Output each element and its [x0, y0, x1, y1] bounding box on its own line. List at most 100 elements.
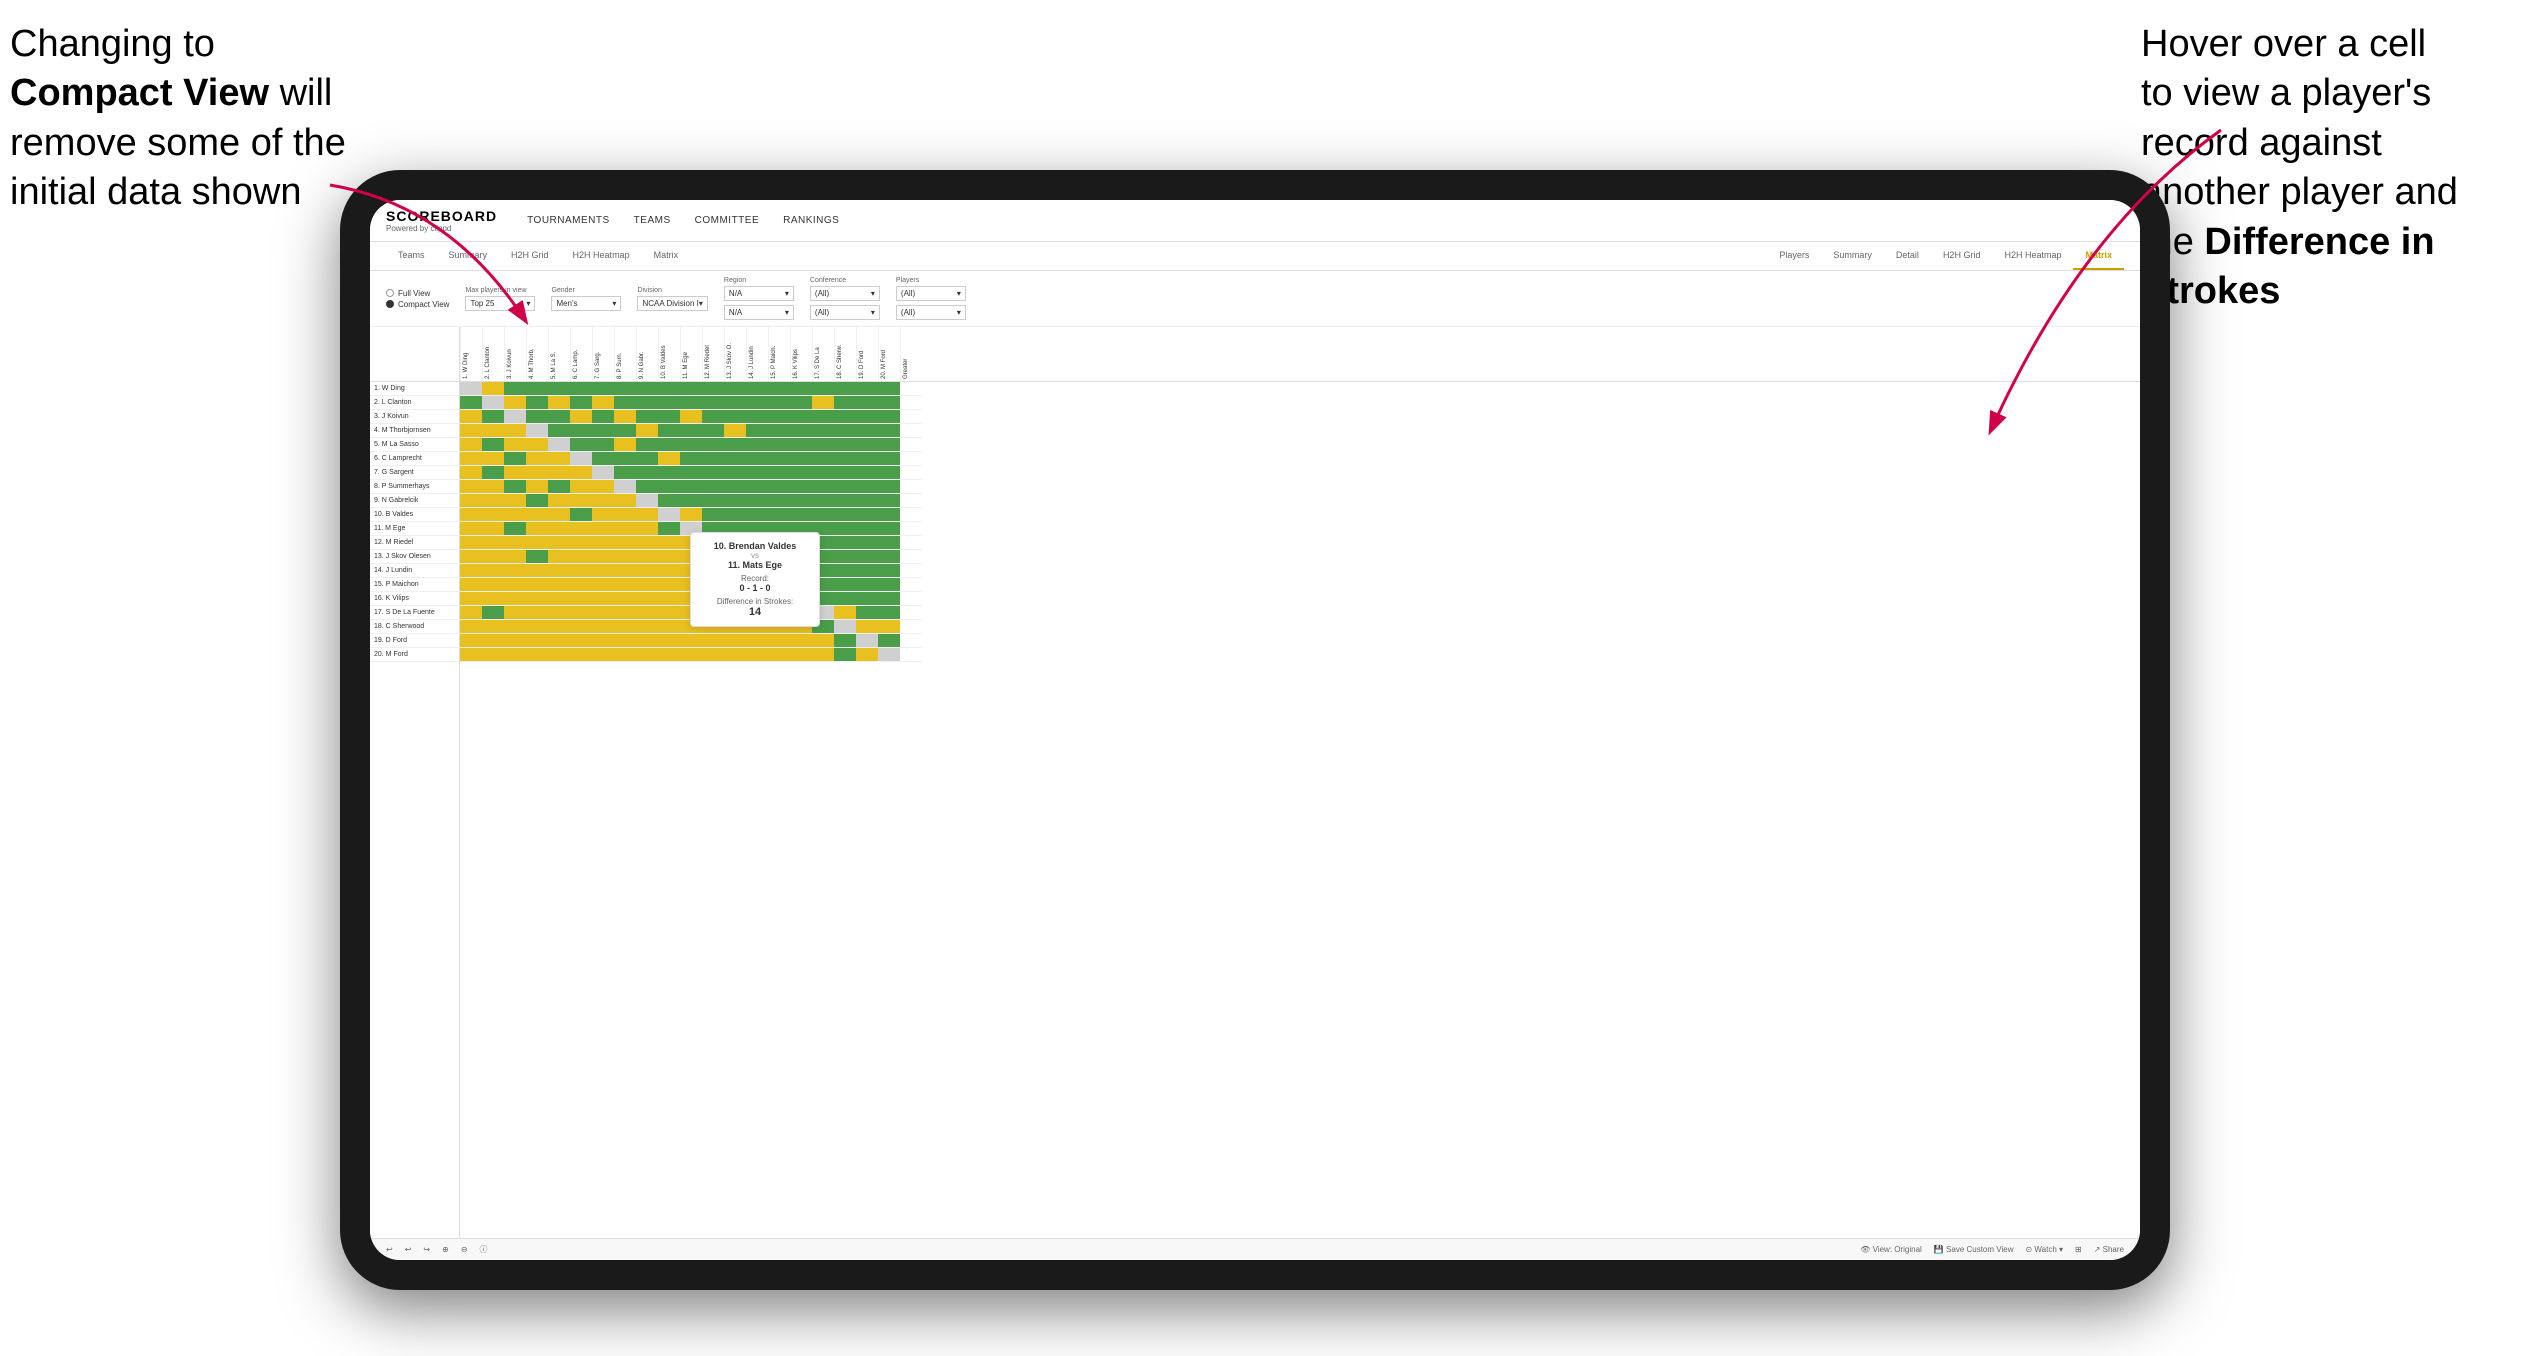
cell-r16-c8[interactable] [636, 606, 658, 620]
cell-r3-c13[interactable] [746, 424, 768, 438]
cell-r5-c9[interactable] [658, 452, 680, 466]
cell-r9-c1[interactable] [482, 508, 504, 522]
cell-r18-c3[interactable] [526, 634, 548, 648]
cell-r8-c3[interactable] [526, 494, 548, 508]
tab-matrix-top[interactable]: Matrix [642, 242, 691, 270]
cell-r10-c17[interactable] [834, 522, 856, 536]
cell-r4-c6[interactable] [592, 438, 614, 452]
cell-r10-c18[interactable] [856, 522, 878, 536]
cell-r11-c8[interactable] [636, 536, 658, 550]
cell-r14-c7[interactable] [614, 578, 636, 592]
cell-r14-c6[interactable] [592, 578, 614, 592]
cell-r10-c8[interactable] [636, 522, 658, 536]
cell-r3-c18[interactable] [856, 424, 878, 438]
cell-r19-c11[interactable] [702, 648, 724, 662]
cell-r9-c3[interactable] [526, 508, 548, 522]
cell-r18-c1[interactable] [482, 634, 504, 648]
cell-r2-c19[interactable] [878, 410, 900, 424]
toolbar-view-original[interactable]: 👁 View: Original [1860, 1245, 1922, 1254]
cell-r3-c19[interactable] [878, 424, 900, 438]
cell-r9-c17[interactable] [834, 508, 856, 522]
cell-r0-c3[interactable] [526, 382, 548, 396]
cell-r4-c0[interactable] [460, 438, 482, 452]
cell-r4-c8[interactable] [636, 438, 658, 452]
cell-r19-c7[interactable] [614, 648, 636, 662]
cell-r14-c1[interactable] [482, 578, 504, 592]
cell-r3-c6[interactable] [592, 424, 614, 438]
cell-r2-c17[interactable] [834, 410, 856, 424]
cell-r11-c2[interactable] [504, 536, 526, 550]
tab-detail[interactable]: Detail [1884, 242, 1931, 270]
cell-r10-c4[interactable] [548, 522, 570, 536]
cell-r3-c4[interactable] [548, 424, 570, 438]
cell-r9-c8[interactable] [636, 508, 658, 522]
cell-r8-c6[interactable] [592, 494, 614, 508]
cell-r15-c20[interactable] [900, 592, 922, 606]
cell-r19-c0[interactable] [460, 648, 482, 662]
cell-r16-c0[interactable] [460, 606, 482, 620]
cell-r8-c5[interactable] [570, 494, 592, 508]
cell-r19-c5[interactable] [570, 648, 592, 662]
cell-r13-c3[interactable] [526, 564, 548, 578]
cell-r0-c19[interactable] [878, 382, 900, 396]
cell-r1-c14[interactable] [768, 396, 790, 410]
cell-r4-c17[interactable] [834, 438, 856, 452]
cell-r15-c17[interactable] [834, 592, 856, 606]
cell-r2-c11[interactable] [702, 410, 724, 424]
cell-r15-c9[interactable] [658, 592, 680, 606]
cell-r19-c4[interactable] [548, 648, 570, 662]
cell-r17-c3[interactable] [526, 620, 548, 634]
cell-r8-c14[interactable] [768, 494, 790, 508]
cell-r7-c12[interactable] [724, 480, 746, 494]
cell-r19-c20[interactable] [900, 648, 922, 662]
cell-r19-c12[interactable] [724, 648, 746, 662]
filter-region-select2[interactable]: N/A ▾ [724, 305, 794, 320]
cell-r13-c18[interactable] [856, 564, 878, 578]
cell-r0-c13[interactable] [746, 382, 768, 396]
cell-r17-c20[interactable] [900, 620, 922, 634]
cell-r14-c5[interactable] [570, 578, 592, 592]
cell-r13-c7[interactable] [614, 564, 636, 578]
cell-r3-c16[interactable] [812, 424, 834, 438]
cell-r4-c19[interactable] [878, 438, 900, 452]
cell-r6-c10[interactable] [680, 466, 702, 480]
cell-r8-c1[interactable] [482, 494, 504, 508]
cell-r5-c13[interactable] [746, 452, 768, 466]
cell-r10-c5[interactable] [570, 522, 592, 536]
cell-r8-c11[interactable] [702, 494, 724, 508]
cell-r0-c4[interactable] [548, 382, 570, 396]
cell-r2-c8[interactable] [636, 410, 658, 424]
cell-r13-c9[interactable] [658, 564, 680, 578]
cell-r16-c19[interactable] [878, 606, 900, 620]
cell-r0-c8[interactable] [636, 382, 658, 396]
cell-r4-c4[interactable] [548, 438, 570, 452]
cell-r3-c3[interactable] [526, 424, 548, 438]
toolbar-share[interactable]: ↗ Share [2094, 1245, 2124, 1254]
cell-r7-c8[interactable] [636, 480, 658, 494]
cell-r10-c0[interactable] [460, 522, 482, 536]
cell-r6-c6[interactable] [592, 466, 614, 480]
toolbar-save-custom[interactable]: 💾 Save Custom View [1934, 1245, 2014, 1254]
cell-r9-c9[interactable] [658, 508, 680, 522]
cell-r10-c9[interactable] [658, 522, 680, 536]
cell-r1-c10[interactable] [680, 396, 702, 410]
cell-r19-c6[interactable] [592, 648, 614, 662]
cell-r12-c8[interactable] [636, 550, 658, 564]
cell-r6-c19[interactable] [878, 466, 900, 480]
cell-r2-c20[interactable] [900, 410, 922, 424]
cell-r18-c9[interactable] [658, 634, 680, 648]
cell-r8-c4[interactable] [548, 494, 570, 508]
cell-r4-c9[interactable] [658, 438, 680, 452]
cell-r8-c12[interactable] [724, 494, 746, 508]
cell-r3-c1[interactable] [482, 424, 504, 438]
cell-r14-c0[interactable] [460, 578, 482, 592]
cell-r7-c0[interactable] [460, 480, 482, 494]
cell-r12-c6[interactable] [592, 550, 614, 564]
nav-committee[interactable]: COMMITTEE [695, 211, 760, 230]
tab-teams[interactable]: Teams [386, 242, 437, 270]
cell-r17-c8[interactable] [636, 620, 658, 634]
toolbar-undo2[interactable]: ↩ [405, 1245, 412, 1254]
cell-r15-c4[interactable] [548, 592, 570, 606]
cell-r13-c20[interactable] [900, 564, 922, 578]
cell-r4-c11[interactable] [702, 438, 724, 452]
